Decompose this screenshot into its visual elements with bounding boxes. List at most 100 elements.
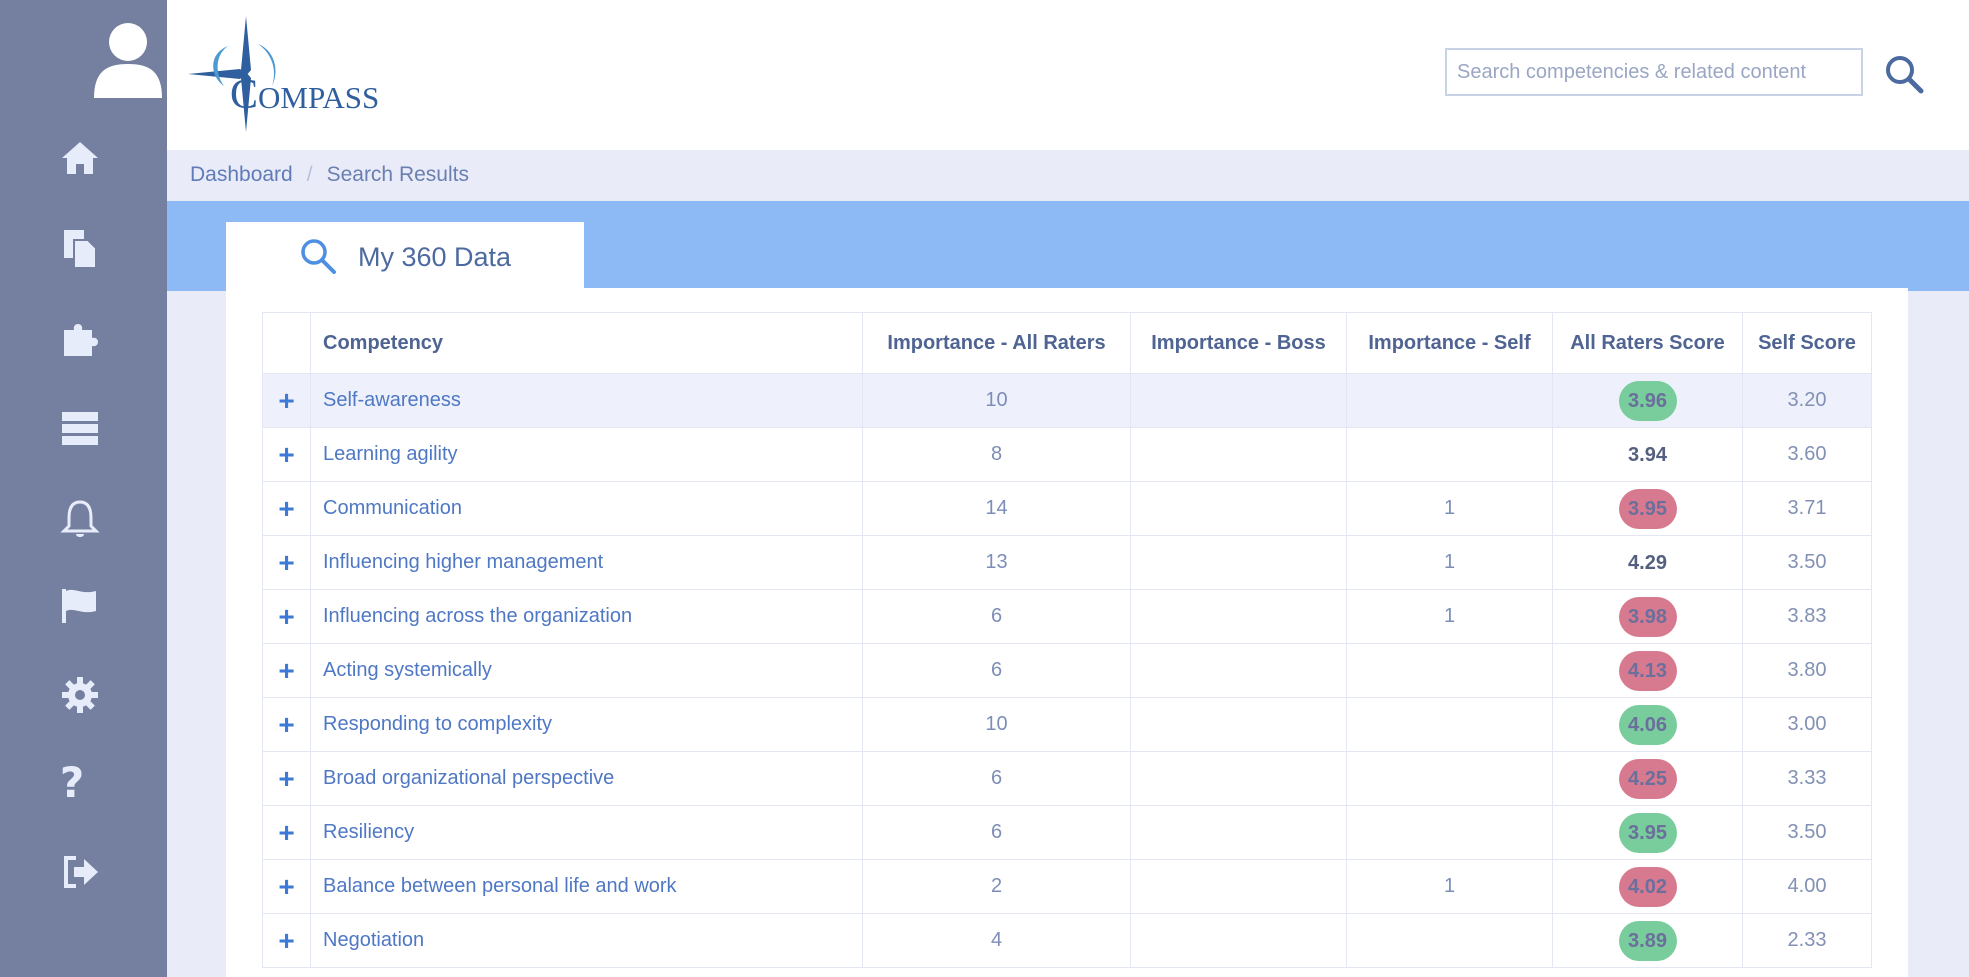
score-badge: 4.02: [1618, 866, 1677, 907]
table-row[interactable]: + Responding to complexity 10 4.06 3.00: [262, 697, 1872, 752]
nav-documents[interactable]: [48, 216, 112, 280]
self-score-cell: 4.00: [1742, 859, 1872, 914]
importance-all-cell: 13: [862, 535, 1131, 590]
all-raters-score-cell: 3.95: [1552, 481, 1743, 536]
header-all-raters-score[interactable]: All Raters Score: [1552, 312, 1743, 374]
header-self-score[interactable]: Self Score: [1742, 312, 1872, 374]
gear-icon: [62, 677, 98, 713]
importance-all-cell: 10: [862, 697, 1131, 752]
nav-database[interactable]: [48, 396, 112, 460]
tab-my-360-data[interactable]: My 360 Data: [226, 222, 584, 291]
self-score-cell: 3.33: [1742, 751, 1872, 806]
table-row[interactable]: + Balance between personal life and work 2…: [262, 859, 1872, 914]
search-icon[interactable]: [1882, 52, 1926, 96]
header-importance-self[interactable]: Importance - Self: [1346, 312, 1553, 374]
help-icon: ?: [59, 758, 85, 807]
importance-boss-cell: [1130, 805, 1347, 860]
all-raters-score-cell: 4.13: [1552, 643, 1743, 698]
expand-plus-icon[interactable]: +: [262, 913, 311, 968]
competency-name[interactable]: Broad organizational perspective: [310, 751, 863, 806]
expand-plus-icon[interactable]: +: [262, 481, 311, 536]
nav-notifications[interactable]: [48, 486, 112, 550]
score-badge: 3.89: [1618, 920, 1677, 961]
header-importance-boss[interactable]: Importance - Boss: [1130, 312, 1347, 374]
self-score-cell: 3.71: [1742, 481, 1872, 536]
competency-name[interactable]: Influencing across the organization: [310, 589, 863, 644]
importance-boss-cell: [1130, 913, 1347, 968]
importance-self-cell: [1346, 373, 1553, 428]
importance-all-cell: 2: [862, 859, 1131, 914]
all-raters-score-cell: 4.25: [1552, 751, 1743, 806]
expand-plus-icon[interactable]: +: [262, 589, 311, 644]
header-competency[interactable]: Competency: [310, 312, 863, 374]
expand-plus-icon[interactable]: +: [262, 373, 311, 428]
self-score-cell: 2.33: [1742, 913, 1872, 968]
expand-plus-icon[interactable]: +: [262, 751, 311, 806]
table-row[interactable]: + Broad organizational perspective 6 4.25 3.…: [262, 751, 1872, 806]
puzzle-icon: [64, 324, 98, 356]
competency-name[interactable]: Balance between personal life and work: [310, 859, 863, 914]
competency-name[interactable]: Resiliency: [310, 805, 863, 860]
competency-name[interactable]: Self-awareness: [310, 373, 863, 428]
table-header-row: Competency Importance - All Raters Impor…: [262, 312, 1872, 374]
breadcrumb: Dashboard / Search Results: [190, 161, 469, 189]
score-badge: 3.94: [1628, 443, 1667, 466]
expand-plus-icon[interactable]: +: [262, 643, 311, 698]
competency-name[interactable]: Influencing higher management: [310, 535, 863, 590]
all-raters-score-cell: 3.95: [1552, 805, 1743, 860]
header-expand: [262, 312, 311, 374]
score-badge: 3.95: [1618, 812, 1677, 853]
importance-all-cell: 4: [862, 913, 1131, 968]
table-row[interactable]: + Learning agility 8 3.94 3.60: [262, 427, 1872, 482]
search-input[interactable]: [1445, 48, 1863, 96]
all-raters-score-cell: 3.96: [1552, 373, 1743, 428]
nav-settings[interactable]: [48, 663, 112, 727]
importance-boss-cell: [1130, 481, 1347, 536]
nav-puzzle[interactable]: [48, 306, 112, 370]
expand-plus-icon[interactable]: +: [262, 805, 311, 860]
table-row[interactable]: + Resiliency 6 3.95 3.50: [262, 805, 1872, 860]
nav-home[interactable]: [48, 126, 112, 190]
all-raters-score-cell: 3.94: [1552, 427, 1743, 482]
importance-self-cell: 1: [1346, 535, 1553, 590]
flag-icon: [62, 589, 96, 623]
expand-plus-icon[interactable]: +: [262, 859, 311, 914]
importance-all-cell: 6: [862, 589, 1131, 644]
competency-name[interactable]: Learning agility: [310, 427, 863, 482]
self-score-cell: 3.80: [1742, 643, 1872, 698]
competency-name[interactable]: Negotiation: [310, 913, 863, 968]
nav-logout[interactable]: [48, 840, 112, 904]
nav-help[interactable]: ?: [40, 751, 104, 815]
sidebar: ?: [0, 0, 167, 977]
table-row[interactable]: + Acting systemically 6 4.13 3.80: [262, 643, 1872, 698]
header-importance-all[interactable]: Importance - All Raters: [862, 312, 1131, 374]
table-row[interactable]: + Influencing higher management 13 1 4.29 3.5…: [262, 535, 1872, 590]
expand-plus-icon[interactable]: +: [262, 697, 311, 752]
score-badge: 3.98: [1618, 596, 1677, 637]
breadcrumb-current: Search Results: [326, 163, 469, 186]
all-raters-score-cell: 3.98: [1552, 589, 1743, 644]
competency-name[interactable]: Acting systemically: [310, 643, 863, 698]
all-raters-score-cell: 4.06: [1552, 697, 1743, 752]
table-row[interactable]: + Self-awareness 10 3.96 3.20: [262, 373, 1872, 428]
importance-all-cell: 6: [862, 751, 1131, 806]
expand-plus-icon[interactable]: +: [262, 535, 311, 590]
nav-flag[interactable]: [48, 573, 112, 637]
compass-logo[interactable]: COMPASS: [188, 14, 388, 134]
competency-name[interactable]: Communication: [310, 481, 863, 536]
logout-icon: [64, 856, 98, 888]
importance-all-cell: 14: [862, 481, 1131, 536]
database-icon: [62, 412, 98, 445]
documents-icon: [64, 230, 97, 269]
table-row[interactable]: + Negotiation 4 3.89 2.33: [262, 913, 1872, 968]
competency-name[interactable]: Responding to complexity: [310, 697, 863, 752]
expand-plus-icon[interactable]: +: [262, 427, 311, 482]
table-row[interactable]: + Communication 14 1 3.95 3.71: [262, 481, 1872, 536]
importance-self-cell: [1346, 913, 1553, 968]
self-score-cell: 3.50: [1742, 535, 1872, 590]
importance-self-cell: 1: [1346, 481, 1553, 536]
importance-all-cell: 8: [862, 427, 1131, 482]
breadcrumb-dashboard[interactable]: Dashboard: [190, 163, 293, 187]
table-row[interactable]: + Influencing across the organization 6 1 3.…: [262, 589, 1872, 644]
user-avatar-icon[interactable]: [92, 22, 164, 100]
